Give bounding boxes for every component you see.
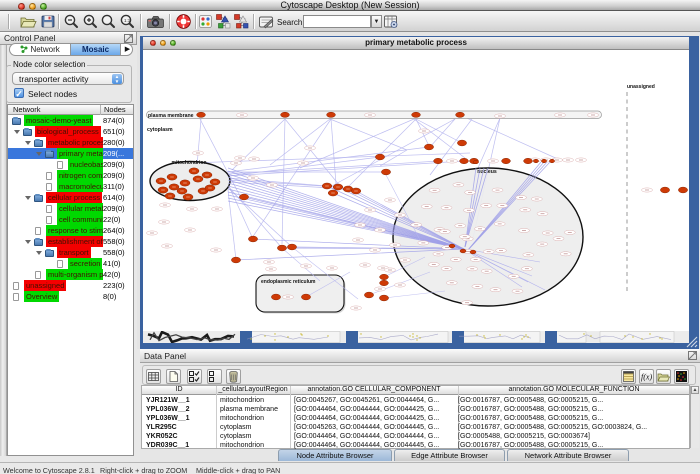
svg-text:unassigned: unassigned [627, 84, 655, 90]
svg-text:1:1: 1:1 [124, 18, 131, 23]
svg-text:mitochondrion: mitochondrion [172, 160, 207, 166]
svg-text:f(x): f(x) [641, 373, 652, 382]
svg-text:endoplasmic reticulum: endoplasmic reticulum [261, 279, 316, 285]
svg-text:cytoplasm: cytoplasm [147, 127, 173, 133]
svg-text:plasma membrane: plasma membrane [148, 113, 194, 119]
